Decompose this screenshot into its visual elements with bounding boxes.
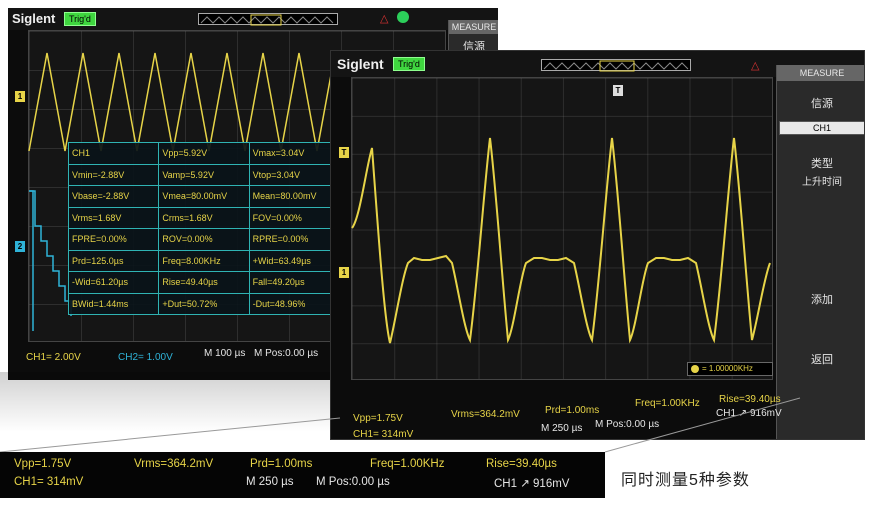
front-menu-source-label[interactable]: 信源 (777, 95, 864, 111)
table-cell: Mean=80.00mV (248, 185, 341, 208)
front-trigger-level-marker[interactable]: T (339, 147, 349, 158)
front-side-menu: MEASURE 信源 CH1 类型 上升时间 添加 返回 (776, 65, 864, 439)
table-cell: -Wid=61.20µs (67, 271, 160, 294)
front-menu-source-value[interactable]: CH1 (779, 121, 864, 135)
table-cell: Vpp=5.92V (158, 142, 250, 165)
ch1-dot-icon (691, 365, 699, 373)
front-brand: Siglent (337, 56, 384, 72)
table-cell: BWid=1.44ms (67, 292, 160, 315)
table-cell: FPRE=0.00% (67, 228, 160, 251)
back-top-bar: Siglent Trig'd △ (8, 8, 498, 30)
front-vpp: Vpp=1.75V (353, 413, 403, 424)
back-ch1-level-marker[interactable]: 1 (15, 91, 25, 102)
table-cell: Vrms=1.68V (67, 206, 160, 229)
measurement-table: CH1 Vpp=5.92V Vmax=3.04V Vmin=-2.88V Vam… (67, 142, 341, 315)
table-row: Vrms=1.68V Crms=1.68V FOV=0.00% (67, 206, 341, 229)
front-timebase: M 250 µs (541, 423, 583, 434)
front-prd: Prd=1.00ms (545, 405, 600, 416)
table-cell: RPRE=0.00% (248, 228, 341, 251)
front-menu-add-button[interactable]: 添加 (777, 291, 864, 307)
table-cell: CH1 (67, 142, 160, 165)
ch1-sinc-burst-wave (351, 137, 771, 344)
back-screen-reflection (0, 372, 330, 432)
strip-freq: Freq=1.00KHz (370, 458, 445, 470)
caption-text: 同时测量5种参数 (621, 472, 750, 489)
table-cell: +Dut=50.72% (158, 292, 250, 315)
table-cell: ROV=0.00% (158, 228, 250, 251)
table-row: BWid=1.44ms +Dut=50.72% -Dut=48.96% (67, 292, 341, 315)
front-trigger-info: CH1 ↗ 916mV (716, 408, 782, 419)
settings-gear-icon (397, 11, 409, 23)
front-menu-title: MEASURE (777, 65, 864, 81)
usb-icon: △ (751, 60, 760, 72)
strip-vpp: Vpp=1.75V (14, 458, 72, 470)
table-cell: Prd=125.0µs (67, 249, 160, 272)
front-freq: Freq=1.00KHz (635, 398, 700, 409)
usb-icon: △ (380, 13, 389, 25)
front-menu-type-label[interactable]: 类型 (777, 155, 864, 171)
back-menu-title: MEASURE (449, 20, 498, 34)
back-ch1-scale: CH1= 2.00V (26, 352, 81, 363)
table-cell: Vtop=3.04V (248, 163, 341, 186)
front-trigger-status: Trig'd (393, 57, 425, 71)
table-row: Vmin=-2.88V Vamp=5.92V Vtop=3.04V (67, 163, 341, 186)
front-status-bar: Vpp=1.75V Vrms=364.2mV Prd=1.00ms Freq=1… (331, 391, 782, 440)
strip-horizontal-position: M Pos:0.00 µs (316, 476, 390, 488)
front-trigger-position-marker[interactable]: T (613, 85, 623, 96)
back-ch2-level-marker[interactable]: 2 (15, 241, 25, 252)
table-cell: Freq=8.00KHz (158, 249, 250, 272)
back-trigger-strip-wave (200, 14, 334, 26)
strip-timebase: M 250 µs (246, 476, 294, 488)
strip-prd: Prd=1.00ms (250, 458, 313, 470)
table-cell: FOV=0.00% (248, 206, 341, 229)
strip-ch1-scale: CH1= 314mV (14, 476, 84, 488)
table-cell: Vmea=80.00mV (158, 185, 250, 208)
table-row: Vbase=-2.88V Vmea=80.00mV Mean=80.00mV (67, 185, 341, 208)
back-trigger-status: Trig'd (64, 12, 96, 26)
table-cell: Vamp=5.92V (158, 163, 250, 186)
strip-vrms: Vrms=364.2mV (134, 458, 214, 470)
back-ch2-scale: CH2= 1.00V (118, 352, 173, 363)
front-trigger-position-strip (541, 59, 691, 72)
ch2-staircase-wave-lower (29, 190, 34, 331)
table-cell: Vmin=-2.88V (67, 163, 160, 186)
front-ch1-scale: CH1= 314mV (353, 429, 414, 440)
front-trigger-strip-wave (543, 60, 689, 72)
table-cell: Vbase=-2.88V (67, 185, 160, 208)
front-waveform (351, 137, 771, 344)
front-vrms: Vrms=364.2mV (451, 409, 520, 420)
strip-rise: Rise=39.40µs (486, 458, 557, 470)
table-row: FPRE=0.00% ROV=0.00% RPRE=0.00% (67, 228, 341, 251)
front-horizontal-position: M Pos:0.00 µs (595, 419, 660, 430)
frequency-counter: = 1.00000KHz (687, 362, 773, 376)
zoomed-measurement-strip: Vpp=1.75V Vrms=364.2mV Prd=1.00ms Freq=1… (0, 452, 605, 498)
table-cell: Rise=49.40µs (158, 271, 250, 294)
strip-trigger-info: CH1 ↗ 916mV (494, 478, 570, 490)
table-cell: Fall=49.20µs (248, 271, 341, 294)
front-menu-back-button[interactable]: 返回 (777, 351, 864, 367)
ch2-staircase-wave (29, 190, 72, 316)
table-row: CH1 Vpp=5.92V Vmax=3.04V (67, 142, 341, 165)
table-cell: -Dut=48.96% (248, 292, 341, 315)
table-row: -Wid=61.20µs Rise=49.40µs Fall=49.20µs (67, 271, 341, 294)
table-cell: Crms=1.68V (158, 206, 250, 229)
back-horizontal-position: M Pos:0.00 µs (254, 348, 319, 359)
table-row: Prd=125.0µs Freq=8.00KHz +Wid=63.49µs (67, 249, 341, 272)
table-cell: Vmax=3.04V (248, 142, 341, 165)
front-waveform-grid (351, 77, 773, 380)
front-menu-type-value[interactable]: 上升时间 (777, 173, 864, 188)
frequency-counter-value: = 1.00000KHz (702, 364, 753, 373)
table-cell: +Wid=63.49µs (248, 249, 341, 272)
back-timebase: M 100 µs (204, 348, 246, 359)
back-brand: Siglent (12, 11, 56, 26)
back-trigger-position-strip (198, 13, 338, 26)
front-ch1-level-marker[interactable]: 1 (339, 267, 349, 278)
front-oscilloscope-screen: Siglent Trig'd △ MEASURE 信源 CH1 类型 上升时间 … (330, 50, 865, 440)
front-rise: Rise=39.40µs (719, 394, 781, 405)
